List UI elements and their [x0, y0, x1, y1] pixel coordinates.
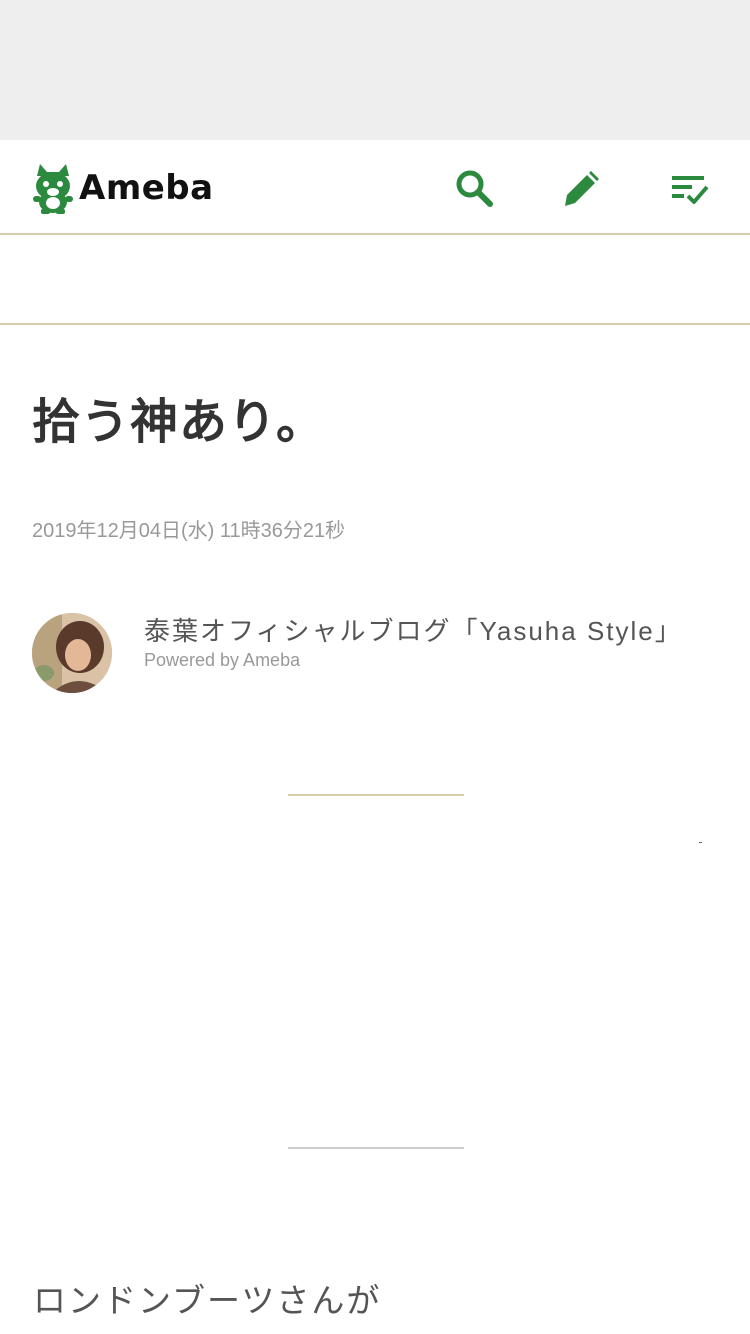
site-header: Ameba [0, 140, 750, 235]
article-title: 拾う神あり。 [32, 394, 326, 450]
article-body-cut-line [33, 1326, 233, 1334]
blog-name[interactable]: 泰葉オフィシャルブログ「Yasuha Style」 [144, 611, 683, 648]
top-blank-area [0, 0, 750, 140]
article-date: 2019年12月04日(水) 11時36分21秒 [32, 520, 346, 542]
ad-bottom-divider [288, 1147, 464, 1149]
avatar-photo [32, 613, 112, 693]
ad-placeholder-mark [699, 842, 702, 843]
ameba-mascot-icon [33, 164, 73, 214]
checklist-icon[interactable] [669, 168, 709, 208]
powered-by-text: Powered by Ameba [144, 650, 301, 670]
pencil-icon[interactable] [560, 168, 600, 208]
logo-wordmark: Ameba [79, 168, 214, 208]
blog-avatar[interactable] [32, 613, 112, 693]
sub-header-band [0, 237, 750, 325]
ad-top-divider [288, 794, 464, 796]
search-icon[interactable] [454, 168, 494, 208]
article-body-first-line: ロンドンブーツさんが [33, 1282, 382, 1319]
ameba-logo[interactable]: Ameba [31, 162, 214, 214]
